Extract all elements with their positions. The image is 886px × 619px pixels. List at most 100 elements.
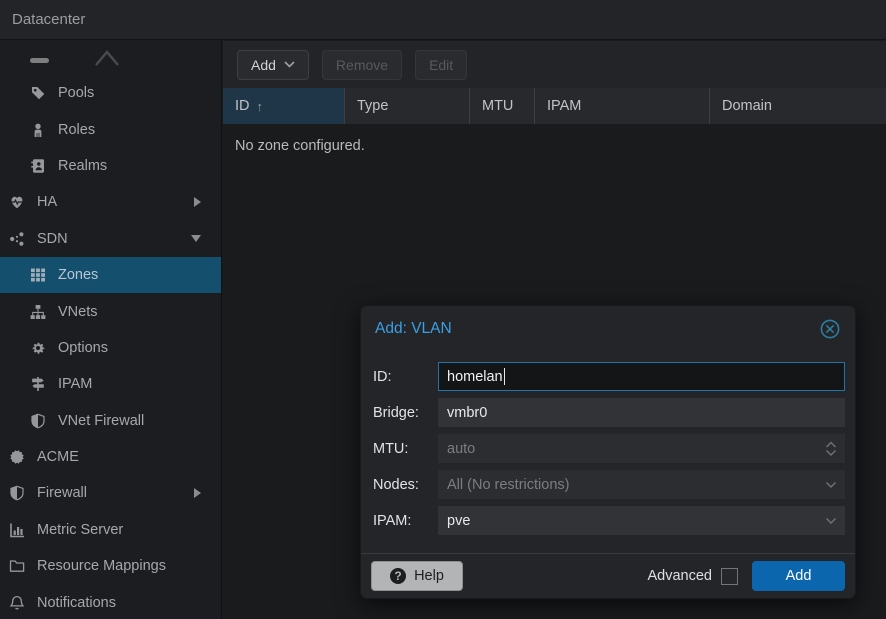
sort-ascending-icon: ↑ <box>257 99 264 114</box>
sidebar-item-label: Zones <box>58 267 98 283</box>
sidebar-item-label: VNets <box>58 304 98 320</box>
field-value: auto <box>447 441 475 457</box>
shield-icon <box>8 485 25 502</box>
sidebar-item-zones[interactable]: Zones <box>0 257 221 293</box>
sidebar-item-label: Metric Server <box>37 522 123 538</box>
text-cursor <box>504 368 505 385</box>
dialog-form: ID: homelan Bridge: vmbr0 MTU: auto Nodes:All … <box>361 351 855 535</box>
question-circle-icon: ? <box>390 568 406 584</box>
column-header-id[interactable]: ID↑ <box>223 88 345 124</box>
form-row-ipam-: IPAM: pve <box>373 506 845 535</box>
chevron-down-icon[interactable] <box>825 471 837 498</box>
grid-icon <box>29 267 46 284</box>
sidebar-item-ipam[interactable]: IPAM <box>0 366 221 402</box>
field-label: Bridge: <box>373 405 438 421</box>
sidebar-item-pools[interactable]: Pools <box>0 75 221 111</box>
sidebar-item-roles[interactable]: Roles <box>0 111 221 147</box>
heartbeat-icon <box>8 194 25 211</box>
expander-right-icon[interactable] <box>194 488 201 498</box>
edit-button[interactable]: Edit <box>415 50 467 80</box>
expander-down-icon[interactable] <box>191 235 201 242</box>
advanced-checkbox[interactable] <box>721 568 738 585</box>
close-icon[interactable] <box>819 318 841 340</box>
sidebar-item-label: Options <box>58 340 108 356</box>
column-header-domain[interactable]: Domain <box>710 88 886 124</box>
help-button-label: Help <box>414 568 444 584</box>
chevron-down-icon <box>284 61 295 68</box>
dialog-title: Add: VLAN <box>375 320 819 338</box>
advanced-label: Advanced <box>648 568 713 584</box>
address-book-icon <box>29 157 46 174</box>
sidebar-item-label: Roles <box>58 122 95 138</box>
field-label: ID: <box>373 369 438 385</box>
sitemap-icon <box>29 303 46 320</box>
top-header-bar: Datacenter <box>0 0 886 40</box>
form-row-mtu-: MTU: auto <box>373 434 845 463</box>
shield-icon <box>29 412 46 429</box>
user-icon <box>29 121 46 138</box>
sidebar-item-ha[interactable]: HA <box>0 184 221 220</box>
sidebar-item-label: IPAM <box>58 376 92 392</box>
field-label: MTU: <box>373 441 438 457</box>
add-button[interactable]: Add <box>237 50 309 80</box>
remove-button-label: Remove <box>336 57 388 73</box>
sidebar-item-realms[interactable]: Realms <box>0 148 221 184</box>
proxmox-datacenter-view: Datacenter Pools Roles Realms HA SDN Zones VNe… <box>0 0 886 619</box>
sidebar-item-label: Realms <box>58 158 107 174</box>
sidebar-item-vnets[interactable]: VNets <box>0 293 221 329</box>
page-title: Datacenter <box>12 11 85 28</box>
field-value: pve <box>447 513 470 529</box>
ipam--field[interactable]: pve <box>438 506 845 535</box>
column-header-mtu[interactable]: MTU <box>470 88 535 124</box>
sidebar-item-metric-server[interactable]: Metric Server <box>0 512 221 548</box>
field-value: vmbr0 <box>447 405 487 421</box>
sidebar-item-notifications[interactable]: Notifications <box>0 584 221 619</box>
form-row-id-: ID: homelan <box>373 362 845 391</box>
sidebar-navigation: Pools Roles Realms HA SDN Zones VNets Options IP… <box>0 41 222 619</box>
nodes--field[interactable]: All (No restrictions) <box>438 470 845 499</box>
sidebar-item-label: ACME <box>37 449 79 465</box>
add-button-label: Add <box>251 57 276 73</box>
certificate-icon <box>8 449 25 466</box>
sidebar-item-label: Pools <box>58 85 94 101</box>
column-header-ipam[interactable]: IPAM <box>535 88 710 124</box>
bridge--field[interactable]: vmbr0 <box>438 398 845 427</box>
dialog-footer: ? Help Advanced Add <box>361 553 855 598</box>
sidebar-item-resource-mappings[interactable]: Resource Mappings <box>0 548 221 584</box>
network-nodes-icon <box>8 230 25 247</box>
folder-icon <box>8 558 25 575</box>
field-value: homelan <box>447 369 503 385</box>
sidebar-item-label: Resource Mappings <box>37 558 166 574</box>
field-label: IPAM: <box>373 513 438 529</box>
id--field[interactable]: homelan <box>438 362 845 391</box>
sidebar-item-sdn[interactable]: SDN <box>0 221 221 257</box>
gear-icon <box>29 339 46 356</box>
chevron-down-icon[interactable] <box>825 507 837 534</box>
expander-right-icon[interactable] <box>194 197 201 207</box>
column-label: MTU <box>482 98 513 114</box>
sidebar-item-firewall[interactable]: Firewall <box>0 475 221 511</box>
mtu--field[interactable]: auto <box>438 434 845 463</box>
dialog-header[interactable]: Add: VLAN <box>361 306 855 351</box>
sidebar-item-label: VNet Firewall <box>58 413 144 429</box>
grid-column-headers: ID↑ Type MTU IPAM Domain <box>223 88 886 124</box>
partial-item-icon <box>30 58 49 63</box>
sidebar-item-label: Notifications <box>37 595 116 611</box>
help-button[interactable]: ? Help <box>371 561 463 591</box>
remove-button[interactable]: Remove <box>322 50 402 80</box>
sidebar-list: Pools Roles Realms HA SDN Zones VNets Options IP… <box>0 75 221 619</box>
sidebar-item-acme[interactable]: ACME <box>0 439 221 475</box>
sidebar-item-vnet-firewall[interactable]: VNet Firewall <box>0 403 221 439</box>
chevron-up-icon <box>92 43 122 73</box>
sidebar-partial-scrolled-item[interactable] <box>0 41 221 75</box>
field-label: Nodes: <box>373 477 438 493</box>
column-label: Type <box>357 98 388 114</box>
grid-empty-text: No zone configured. <box>223 124 886 154</box>
sidebar-item-label: HA <box>37 194 57 210</box>
dialog-add-button[interactable]: Add <box>752 561 845 591</box>
sidebar-item-options[interactable]: Options <box>0 330 221 366</box>
column-label: IPAM <box>547 98 581 114</box>
bar-chart-icon <box>8 521 25 538</box>
column-header-type[interactable]: Type <box>345 88 470 124</box>
spinner-up-down-icon[interactable] <box>825 435 837 462</box>
